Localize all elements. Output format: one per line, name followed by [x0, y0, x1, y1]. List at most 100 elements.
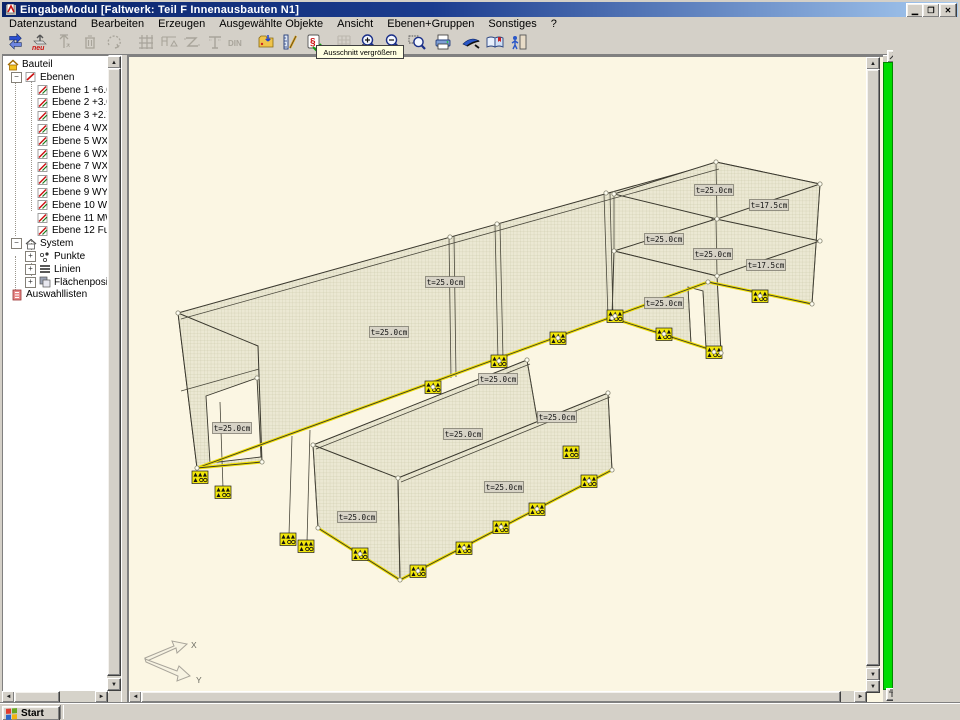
tree-expander-plus[interactable]: +: [25, 251, 36, 262]
toolbar-beenden-button[interactable]: [507, 31, 530, 53]
tree-item-label: Ebene 3 +2.70: [52, 110, 109, 121]
scroll-down-arrow[interactable]: ▼: [107, 678, 121, 691]
axes-indicator: X Y: [145, 640, 202, 685]
canvas-vscroll-thumb[interactable]: [866, 69, 880, 666]
menu-item-erzeugen[interactable]: Erzeugen: [151, 18, 212, 30]
toolbar-handbuch-button[interactable]: [483, 31, 506, 53]
tree-item-ebene-8-wy1[interactable]: Ebene 8 WY1: [25, 173, 109, 186]
tree-item-ebene-12-funda[interactable]: Ebene 12 Funda: [25, 224, 109, 237]
tree-item-ebene-7-wx4[interactable]: Ebene 7 WX4: [25, 160, 109, 173]
thickness-label: t=25.0cm: [370, 327, 409, 338]
tree-item-linien[interactable]: + Linien: [25, 263, 81, 276]
toolbar-datenzustand-wechseln-button[interactable]: [4, 31, 27, 53]
toolbar-din-button: DIN: [226, 31, 249, 53]
openbook-icon: [485, 32, 505, 52]
tree-horizontal-scrollbar[interactable]: ◄ ►: [2, 691, 107, 702]
tree-vscroll-thumb[interactable]: [107, 68, 121, 676]
tree-item-ebene-6-wx3[interactable]: Ebene 6 WX3: [25, 148, 109, 161]
canvas-horizontal-scrollbar[interactable]: ◄ ►: [129, 691, 866, 702]
toolbar-drucken-button[interactable]: [431, 31, 454, 53]
tree-hscroll-thumb[interactable]: [14, 691, 60, 703]
canvas-vertical-scrollbar[interactable]: ▲ ▼ ▼: [866, 57, 879, 691]
toolbar-import-button[interactable]: [254, 31, 277, 53]
tree-item-label: Ebene 8 WY1: [52, 174, 109, 185]
tree-item-ebene-2-3-0m[interactable]: Ebene 2 +3.0m: [25, 96, 109, 109]
close-button[interactable]: ✕: [939, 3, 957, 18]
svg-text:t=25.0cm: t=25.0cm: [646, 299, 683, 308]
menu-item--[interactable]: ?: [544, 18, 564, 30]
tree-item-system[interactable]: −System: [11, 237, 73, 250]
thickness-label: t=25.0cm: [444, 429, 483, 440]
tree-item-ebene-11-mw1[interactable]: Ebene 11 MW1: [25, 212, 109, 225]
thickness-label: t=25.0cm: [695, 185, 734, 196]
tree-item-punkte[interactable]: +Punkte: [25, 250, 85, 263]
menu-item-datenzustand[interactable]: Datenzustand: [2, 18, 84, 30]
title-bar: EingabeModul [Faltwerk: Teil F Innenausb…: [2, 2, 958, 17]
tree-item-label: Ebenen: [40, 72, 74, 83]
tree-item-label: Linien: [54, 264, 81, 275]
tree-item-label: Bauteil: [22, 59, 53, 70]
toolbar-tabelle-button: [157, 31, 180, 53]
svg-text:t=25.0cm: t=25.0cm: [427, 278, 464, 287]
plane-sheet-icon: [37, 225, 49, 237]
points-icon: [39, 251, 51, 263]
menu-item-bearbeiten[interactable]: Bearbeiten: [84, 18, 151, 30]
ruler-icon: [280, 32, 300, 52]
window-title: EingabeModul [Faltwerk: Teil F Innenausb…: [20, 4, 299, 16]
scroll-down-arrow[interactable]: ▼: [866, 680, 880, 693]
menu-item-ansicht[interactable]: Ansicht: [330, 18, 380, 30]
table-icon: [159, 32, 179, 52]
toolbar: neuDIN§: [2, 30, 958, 55]
menu-item-ebenen-gruppen[interactable]: Ebenen+Gruppen: [380, 18, 481, 30]
tree-item-ebene-9-wy2[interactable]: Ebene 9 WY2: [25, 186, 109, 199]
tree-item-ebene-4-wx1[interactable]: Ebene 4 WX1: [25, 122, 109, 135]
plane-sheet-icon: [37, 135, 49, 147]
menu-item-ausgew-hlte-objekte[interactable]: Ausgewählte Objekte: [212, 18, 330, 30]
tree-item-bauteil[interactable]: Bauteil: [7, 58, 53, 71]
svg-text:t=25.0cm: t=25.0cm: [339, 513, 376, 522]
tree-expander-plus[interactable]: +: [25, 277, 36, 288]
toolbar-darstellung-button[interactable]: [459, 31, 482, 53]
toolbar-neu-button[interactable]: neu: [28, 31, 51, 53]
tree-item-flächenposition[interactable]: + Flächenposition: [25, 276, 109, 289]
exitdoor-icon: [509, 32, 529, 52]
plane-sheet-icon: [37, 97, 49, 109]
canvas-hscroll-thumb[interactable]: [141, 691, 841, 703]
support-symbol: [215, 486, 231, 499]
tree-item-ebene-1-6-0m[interactable]: Ebene 1 +6.0m: [25, 84, 109, 97]
tree-expander-plus[interactable]: +: [25, 264, 36, 275]
tree-item-label: Ebene 7 WX4: [52, 161, 109, 172]
tree-item-ebene-5-wx2[interactable]: Ebene 5 WX2: [25, 135, 109, 148]
scroll-right-arrow[interactable]: ►: [854, 691, 867, 703]
tree-item-ebene-10-wy3[interactable]: Ebene 10 WY3: [25, 199, 109, 212]
plane-sheet-icon: [37, 110, 49, 122]
tree-item-label: Ebene 4 WX1: [52, 123, 109, 134]
svg-text:t=25.0cm: t=25.0cm: [480, 375, 517, 384]
tree-item-ebenen[interactable]: − Ebenen: [11, 71, 74, 84]
house-yellow-icon: [7, 59, 19, 71]
thickness-label: t=25.0cm: [338, 512, 377, 523]
tree-expander-minus[interactable]: −: [11, 72, 22, 83]
thickness-label: t=25.0cm: [538, 412, 577, 423]
toolbar-loeschen-button: [78, 31, 101, 53]
toolbar-zoom-fenster-button[interactable]: [405, 31, 428, 53]
thickness-label: t=17.5cm: [750, 200, 789, 211]
tree-expander-minus[interactable]: −: [11, 238, 22, 249]
tree-vertical-scrollbar[interactable]: ▲ ▼: [107, 56, 120, 690]
toolbar-rueckgaengig-button: [102, 31, 125, 53]
tree-item-label: Flächenposition: [54, 277, 109, 288]
tree-item-label: Ebene 5 WX2: [52, 136, 109, 147]
tree-item-ebene-3-2-70[interactable]: Ebene 3 +2.70: [25, 109, 109, 122]
start-button[interactable]: Start: [2, 706, 60, 720]
neu-icon: neu: [30, 32, 50, 52]
toolbar-bemassung-button[interactable]: [278, 31, 301, 53]
tree-item-label: Ebene 6 WX3: [52, 149, 109, 160]
thickness-label: t=17.5cm: [747, 260, 786, 271]
tprofil-icon: [205, 32, 225, 52]
tree-item-auswahllisten[interactable]: Auswahllisten: [11, 288, 87, 301]
menu-item-sonstiges[interactable]: Sonstiges: [481, 18, 543, 30]
thickness-label: t=25.0cm: [426, 277, 465, 288]
viewport-3d[interactable]: t=25.0cm t=17.5cm t=25.0cm t=25.0cm t=17.5cm…: [129, 57, 866, 691]
maximize-button[interactable]: ❐: [922, 3, 940, 18]
scroll-right-arrow[interactable]: ►: [95, 691, 108, 703]
